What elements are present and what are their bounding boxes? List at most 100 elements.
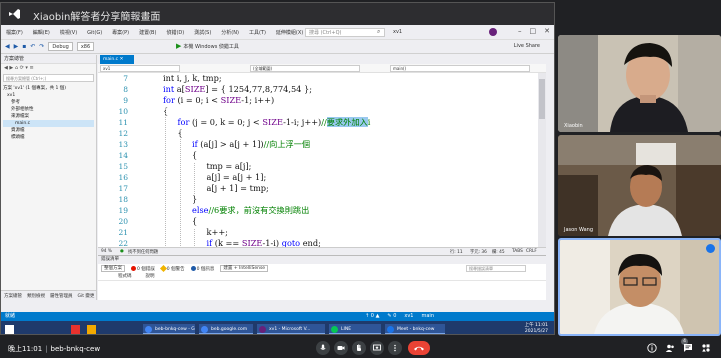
- code-token: (a[j] > a[j + 1]): [200, 139, 264, 149]
- meeting-details-button[interactable]: [646, 342, 658, 354]
- menu-item[interactable]: 偵錯(D): [161, 29, 189, 36]
- close-icon[interactable]: ✕: [544, 27, 550, 35]
- zoom-level[interactable]: 94 %: [101, 249, 112, 254]
- code-text: for (i = 0; i < SIZE-1; i++): [163, 95, 274, 106]
- tree-item[interactable]: 標頭檔: [3, 134, 94, 141]
- tree-item[interactable]: xv1: [3, 92, 94, 99]
- status-item[interactable]: ↑ 0 ▲: [365, 312, 379, 321]
- panel-tab[interactable]: 方案總管: [4, 293, 22, 299]
- scope-dropdown[interactable]: (全域範圍): [250, 65, 360, 72]
- taskbar-app[interactable]: Meet - bnkq-cew: [385, 324, 445, 334]
- code-token: SIZE: [220, 95, 242, 105]
- status-item[interactable]: ✎ 0: [387, 312, 396, 321]
- error-scope-dropdown[interactable]: 整個方案: [101, 265, 125, 272]
- participant-tile-1[interactable]: Xiaobin: [558, 35, 721, 132]
- column-code[interactable]: 程式碼: [118, 273, 132, 280]
- participant-video: [560, 240, 719, 334]
- undo-icon[interactable]: ↶: [30, 43, 35, 50]
- menu-item[interactable]: Git(G): [82, 30, 107, 36]
- code-line: 9 for (i = 0; i < SIZE-1; i++): [98, 95, 546, 106]
- pinned-folder-icon[interactable]: [87, 325, 96, 334]
- forward-icon[interactable]: ▶: [14, 43, 19, 50]
- info-icon: [647, 343, 657, 353]
- taskbar-app[interactable]: LINE: [329, 324, 381, 334]
- chat-button[interactable]: [682, 342, 694, 354]
- tree-item[interactable]: 資源檔: [3, 127, 94, 134]
- line-number: 18: [118, 195, 128, 204]
- participant-tile-3[interactable]: [558, 238, 721, 336]
- project-dropdown[interactable]: xv1: [100, 65, 180, 72]
- solution-search-input[interactable]: 搜尋方案總管 (Ctrl+;): [3, 74, 94, 82]
- menu-item[interactable]: 工具(T): [244, 29, 271, 36]
- build-filter-dropdown[interactable]: 建置 + IntelliSense: [220, 265, 269, 272]
- profile-icon[interactable]: [489, 28, 497, 36]
- present-button[interactable]: [370, 341, 384, 355]
- live-share-button[interactable]: Live Share: [514, 43, 540, 49]
- people-button[interactable]: [664, 342, 676, 354]
- code-line: 7 int i, j, k, tmp;: [98, 73, 546, 84]
- tree-item[interactable]: 來源檔案: [3, 113, 94, 120]
- visual-studio-icon: [9, 9, 20, 19]
- code-text: k++;: [207, 227, 228, 238]
- microphone-button[interactable]: [316, 341, 330, 355]
- minimize-icon[interactable]: –: [518, 27, 522, 35]
- code-token: 要求外加入: [326, 117, 368, 127]
- menu-item[interactable]: 測試(S): [189, 29, 216, 36]
- menu-item[interactable]: 檢視(V): [55, 29, 82, 36]
- configuration-select[interactable]: Debug: [48, 42, 73, 51]
- column-description[interactable]: 說明: [146, 273, 155, 280]
- participant-tile-2[interactable]: Jason Wang: [558, 135, 721, 236]
- menu-item[interactable]: 編輯(E): [28, 29, 55, 36]
- tree-item[interactable]: main.c: [3, 120, 94, 127]
- panel-tab[interactable]: 屬性管理員: [50, 293, 73, 299]
- shared-screen: Xiaobin解答者分享簡報畫面 檔案(F) 編輯(E) 檢視(V) Git(G) 專案…: [0, 2, 555, 335]
- messages-filter[interactable]: 0 個訊息: [190, 266, 214, 272]
- error-search-input[interactable]: 搜尋錯誤清單: [466, 265, 526, 272]
- line-number: 10: [118, 107, 128, 116]
- code-token: for: [163, 95, 178, 105]
- menu-item[interactable]: 檔案(F): [1, 29, 28, 36]
- run-button[interactable]: ▶ 本機 Windows 偵錯工具: [176, 42, 239, 50]
- status-item[interactable]: xv1: [404, 312, 413, 321]
- menu-item[interactable]: 建置(B): [134, 29, 161, 36]
- menu-item[interactable]: 專案(P): [107, 29, 134, 36]
- menu-item[interactable]: 分析(N): [216, 29, 244, 36]
- raise-hand-button[interactable]: [352, 341, 366, 355]
- menu-item[interactable]: 延伸模組(X): [271, 29, 308, 36]
- panel-tab[interactable]: Git 變更: [78, 293, 95, 299]
- taskbar-app[interactable]: xv1 - Microsoft V...: [257, 324, 325, 334]
- taskbar-app[interactable]: beb-bnkq-cew - Google: [143, 324, 195, 334]
- search-box[interactable]: 搜尋 (Ctrl+Q): [305, 28, 385, 37]
- code-text: int a[SIZE] = { 1254,77,8,774,54 };: [163, 84, 312, 95]
- vertical-scrollbar[interactable]: [538, 73, 546, 247]
- redo-icon[interactable]: ↷: [39, 43, 44, 50]
- line-ending[interactable]: CRLF: [526, 249, 537, 254]
- back-icon[interactable]: ◀: [5, 43, 10, 50]
- save-icon[interactable]: ▪: [22, 43, 26, 50]
- more-options-button[interactable]: [388, 341, 402, 355]
- toolbar: ◀ ▶ ▪ ↶ ↷ Debug x86 ▶ 本機 Windows 偵錯工具 Li…: [1, 40, 554, 54]
- tab-main-c[interactable]: main.c ✕: [100, 55, 134, 64]
- taskbar-app[interactable]: beb.google.com: [199, 324, 253, 334]
- function-dropdown[interactable]: main(): [390, 65, 530, 72]
- status-item[interactable]: main: [422, 312, 435, 321]
- tree-item[interactable]: 參考: [3, 99, 94, 106]
- solution-explorer-tools[interactable]: ◀ ▶ ⌂ ⟳ ▾ ≡: [1, 64, 96, 73]
- leave-call-button[interactable]: [408, 341, 430, 355]
- panel-tab[interactable]: 類別檢視: [27, 293, 45, 299]
- maximize-icon[interactable]: □: [530, 27, 537, 35]
- tree-item[interactable]: 外部相依性: [3, 106, 94, 113]
- activities-button[interactable]: [700, 342, 712, 354]
- windows-start-icon[interactable]: [5, 325, 14, 334]
- scrollbar-thumb[interactable]: [539, 79, 545, 119]
- errors-count: 0 個錯誤: [137, 266, 155, 272]
- pinned-app-icon[interactable]: [71, 325, 80, 334]
- errors-filter[interactable]: 0 個錯誤: [131, 266, 155, 272]
- camera-button[interactable]: [334, 341, 348, 355]
- tabs-mode[interactable]: TABS: [512, 249, 523, 254]
- warnings-filter[interactable]: 0 個警告: [159, 264, 185, 273]
- solution-bottom-tabs: 方案總管 類別檢視 屬性管理員 Git 變更: [1, 290, 96, 300]
- platform-select[interactable]: x86: [76, 42, 95, 51]
- tree-item[interactable]: 方案 'xv1' (1 個專案，共 1 個): [3, 85, 94, 92]
- code-area[interactable]: 7 int i, j, k, tmp; 8 int a[SIZE] = { 1254,…: [98, 73, 546, 247]
